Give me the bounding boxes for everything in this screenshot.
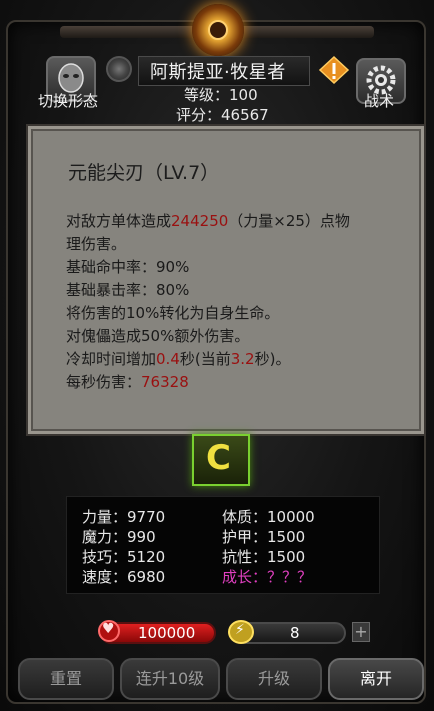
desc-line: 理伤害。: [66, 235, 127, 253]
hero-level: 等级：100: [184, 86, 258, 104]
desc-line: 对敌方单体造成244250（力量×25）点物: [66, 212, 350, 230]
stat-speed: 速度：6980: [82, 568, 166, 586]
emblem-icon: [192, 4, 244, 56]
stat-strength: 力量：9770: [82, 508, 166, 526]
switch-form-label[interactable]: 切换形态: [38, 90, 98, 111]
desc-line: 对傀儡造成50%额外伤害。: [66, 327, 250, 345]
lightning-icon: ⚡: [228, 620, 254, 644]
leave-button[interactable]: 离开: [328, 658, 424, 700]
desc-line: 基础暴击率：80%: [66, 281, 190, 299]
gear-icon[interactable]: [106, 56, 132, 82]
stat-resistance: 抗性：1500: [222, 548, 306, 566]
desc-line: 基础命中率：90%: [66, 258, 190, 276]
heart-icon: ♥: [98, 620, 120, 642]
hp-value: 100000: [138, 624, 196, 642]
hero-name: 阿斯提亚·牧星者: [150, 62, 286, 83]
warning-icon[interactable]: [318, 55, 350, 85]
stat-skill: 技巧：5120: [82, 548, 166, 566]
blade-icon: C: [206, 438, 231, 478]
stat-magic: 魔力：990: [82, 528, 156, 546]
hero-score: 评分：46567: [176, 106, 269, 124]
desc-line: 冷却时间增加0.4秒(当前3.2秒)。: [66, 350, 291, 368]
skill-icon[interactable]: C: [192, 434, 250, 486]
energy-value: 8: [290, 624, 300, 642]
reset-button[interactable]: 重置: [18, 658, 114, 700]
desc-line: 将伤害的10%转化为自身生命。: [66, 304, 280, 322]
multi-upgrade-button[interactable]: 连升10级: [120, 658, 220, 700]
skill-description: 对敌方单体造成244250（力量×25）点物 理伤害。 基础命中率：90% 基础…: [66, 210, 406, 394]
stat-constitution: 体质：10000: [222, 508, 315, 526]
upgrade-button[interactable]: 升级: [226, 658, 322, 700]
desc-line: 每秒伤害：76328: [66, 373, 189, 391]
add-energy-button[interactable]: +: [352, 622, 370, 642]
stat-growth: 成长：？？？: [222, 568, 313, 586]
tactics-label[interactable]: 战术: [364, 90, 394, 111]
skill-title: 元能尖刃（LV.7）: [68, 162, 220, 184]
stat-armor: 护甲：1500: [222, 528, 306, 546]
